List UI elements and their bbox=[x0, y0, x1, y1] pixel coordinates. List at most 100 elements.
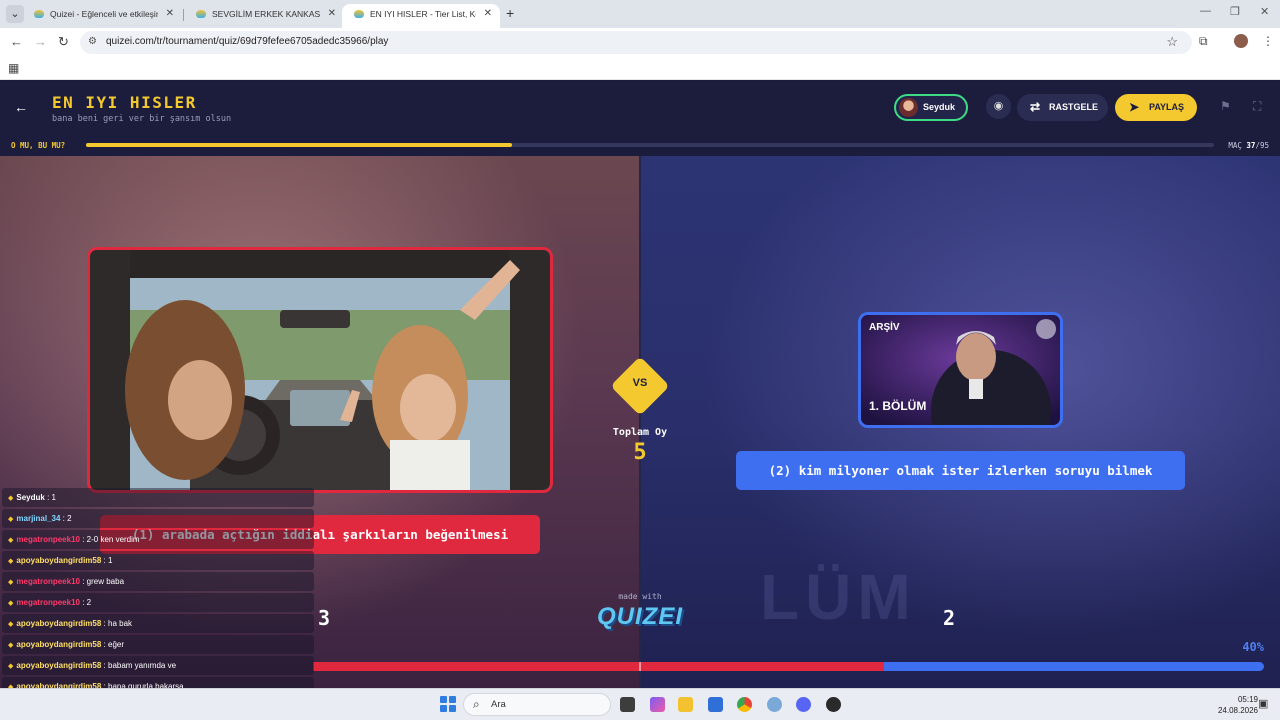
task-view-icon[interactable] bbox=[620, 697, 635, 712]
forward-arrow-icon[interactable]: → bbox=[34, 34, 47, 49]
total-votes-value: 5 bbox=[633, 440, 647, 465]
progress-track bbox=[86, 143, 1214, 147]
chat-text: : babam yanımda ve bbox=[103, 661, 177, 670]
search-icon: ⌕ bbox=[473, 697, 480, 711]
report-flag-icon[interactable]: ⚑ bbox=[1220, 99, 1231, 113]
chat-username: Seyduk bbox=[16, 493, 45, 502]
quiz-header: ← EN IYI HISLER bana beni geri ver bir ş… bbox=[0, 81, 1280, 138]
bookmark-star-icon[interactable]: ☆ bbox=[1166, 34, 1178, 50]
close-tab-icon[interactable]: ✕ bbox=[328, 4, 336, 24]
chat-username: megatronpeek10 bbox=[16, 535, 80, 544]
progress-label: O MU, BU MU? bbox=[11, 141, 66, 150]
right-option-label[interactable]: (2) kim milyoner olmak ister izlerken so… bbox=[736, 451, 1185, 490]
close-window-icon[interactable]: ✕ bbox=[1260, 5, 1269, 18]
clock[interactable]: 05:19 24.08.2026 bbox=[1198, 694, 1258, 716]
chat-badge-icon: ◆ bbox=[8, 663, 14, 670]
car-scene-illustration bbox=[90, 250, 550, 490]
chrome-icon[interactable] bbox=[737, 697, 752, 712]
browser-tab-1[interactable]: Quizei - Eğlenceli ve etkileşimli ✕ bbox=[22, 4, 182, 28]
chat-message: ◆ apoyaboydangirdim58 : 1 bbox=[2, 551, 314, 570]
chat-username: apoyaboydangirdim58 bbox=[16, 640, 102, 649]
file-explorer-icon[interactable] bbox=[678, 697, 693, 712]
live-chat-overlay: ◆ Seyduk : 1 ◆ marjinal_34 : 2 ◆ megatronpeek… bbox=[2, 488, 314, 720]
bookmarks-bar: ▦ bbox=[0, 56, 1280, 80]
vs-text: VS bbox=[632, 377, 648, 389]
browser-menu-icon[interactable]: ⋮ bbox=[1262, 34, 1274, 48]
chat-badge-icon: ◆ bbox=[8, 558, 14, 565]
url-text: quizei.com/tr/tournament/quiz/69d79fefee… bbox=[106, 36, 389, 47]
episode-badge: 1. BÖLÜM bbox=[869, 399, 927, 413]
minimize-icon[interactable]: — bbox=[1200, 5, 1211, 17]
chat-badge-icon: ◆ bbox=[8, 642, 14, 649]
chat-text: : 1 bbox=[47, 493, 56, 502]
chat-text: : ha bak bbox=[103, 619, 133, 628]
chat-username: apoyaboydangirdim58 bbox=[16, 619, 102, 628]
taskbar-search[interactable]: ⌕ Ara bbox=[463, 693, 611, 716]
site-info-tune-icon[interactable]: ⚙ bbox=[88, 36, 97, 47]
settings-gear-icon[interactable] bbox=[767, 697, 782, 712]
chat-message: ◆ marjinal_34 : 2 bbox=[2, 509, 314, 528]
apps-grid-icon[interactable]: ▦ bbox=[8, 61, 19, 75]
browser-tab-3-active[interactable]: EN IYI HISLER - Tier List, Kör Sı ✕ bbox=[342, 4, 500, 28]
back-arrow-icon[interactable]: ← bbox=[10, 34, 23, 49]
archive-badge: ARŞİV bbox=[869, 322, 900, 333]
steam-icon[interactable] bbox=[826, 697, 841, 712]
left-option-image[interactable] bbox=[87, 247, 553, 493]
chat-badge-icon: ◆ bbox=[8, 600, 14, 607]
chat-message: ◆ Seyduk : 1 bbox=[2, 488, 314, 507]
right-option-image[interactable]: ARŞİV 1. BÖLÜM bbox=[858, 312, 1063, 428]
chat-message: ◆ megatronpeek10 : 2 bbox=[2, 593, 314, 612]
browser-tab-2[interactable]: SEVGİLİM ERKEK KANKASI İLE F ✕ bbox=[184, 4, 344, 28]
random-button[interactable]: ⇄ RASTGELE bbox=[1017, 94, 1108, 121]
address-toolbar: ← → ↻ ⚙ quizei.com/tr/tournament/quiz/69… bbox=[0, 28, 1280, 56]
discord-icon[interactable] bbox=[796, 697, 811, 712]
restore-icon[interactable]: ❐ bbox=[1230, 5, 1240, 18]
windows-start-icon[interactable] bbox=[440, 696, 456, 712]
right-vote-percent: 40% bbox=[1242, 640, 1264, 654]
windows-taskbar: ⌕ Ara 05:19 24.08.2026 ▣ bbox=[0, 688, 1280, 720]
chat-username: megatronpeek10 bbox=[16, 577, 80, 586]
chat-username: marjinal_34 bbox=[16, 514, 61, 523]
chat-message: ◆ apoyaboydangirdim58 : babam yanımda ve bbox=[2, 656, 314, 675]
match-counter: MAÇ 37/95 bbox=[1228, 141, 1269, 150]
notification-bell-icon[interactable]: ▣ bbox=[1258, 697, 1268, 710]
user-pill[interactable]: Seyduk bbox=[894, 94, 968, 121]
quiz-back-arrow-icon[interactable]: ← bbox=[14, 99, 28, 115]
chat-message: ◆ apoyaboydangirdim58 : ha bak bbox=[2, 614, 314, 633]
chat-message: ◆ apoyaboydangirdim58 : eğer bbox=[2, 635, 314, 654]
chat-username: apoyaboydangirdim58 bbox=[16, 661, 102, 670]
quizei-favicon-icon bbox=[196, 10, 206, 18]
shuffle-icon: ⇄ bbox=[1030, 100, 1041, 114]
chat-badge-icon: ◆ bbox=[8, 516, 14, 523]
close-tab-icon[interactable]: ✕ bbox=[484, 4, 492, 24]
chat-text: : 2 bbox=[62, 514, 72, 523]
chat-badge-icon: ◆ bbox=[8, 621, 14, 628]
progress-fill bbox=[86, 143, 513, 147]
copilot-icon[interactable] bbox=[650, 697, 665, 712]
chat-badge-icon: ◆ bbox=[8, 579, 14, 586]
chat-message: ◆ megatronpeek10 : grew baba bbox=[2, 572, 314, 591]
chat-text: : 2-0 ken verdim bbox=[82, 535, 140, 544]
left-vote-count: 3 bbox=[318, 606, 331, 630]
extensions-puzzle-icon[interactable]: ⧉ bbox=[1199, 34, 1208, 49]
eye-icon[interactable]: ◉ bbox=[986, 94, 1011, 119]
quiz-subtitle: bana beni geri ver bir şansım olsun bbox=[52, 114, 232, 124]
browser-tab-bar: ⌄ Quizei - Eğlenceli ve etkileşimli ✕ SE… bbox=[0, 0, 1280, 28]
new-tab-plus-icon[interactable]: + bbox=[506, 5, 514, 21]
share-button[interactable]: ➤ PAYLAŞ bbox=[1115, 94, 1197, 121]
chat-text: : eğer bbox=[103, 640, 125, 649]
right-background-text: LÜM bbox=[760, 561, 917, 633]
reload-icon[interactable]: ↻ bbox=[58, 34, 69, 50]
quiz-title: EN IYI HISLER bbox=[52, 93, 197, 112]
chat-badge-icon: ◆ bbox=[8, 537, 14, 544]
url-field[interactable]: ⚙ quizei.com/tr/tournament/quiz/69d79fef… bbox=[80, 31, 1192, 54]
quizei-logo[interactable]: QUIZEI bbox=[590, 603, 690, 631]
chat-username: apoyaboydangirdim58 bbox=[16, 556, 102, 565]
made-with-text: made with bbox=[618, 592, 662, 601]
profile-avatar[interactable] bbox=[1234, 34, 1248, 48]
vote-bar-center-mark bbox=[639, 662, 641, 671]
quizei-favicon-icon bbox=[354, 10, 364, 18]
close-tab-icon[interactable]: ✕ bbox=[166, 4, 174, 24]
fullscreen-icon[interactable]: ⛶ bbox=[1253, 99, 1261, 114]
store-icon[interactable] bbox=[708, 697, 723, 712]
